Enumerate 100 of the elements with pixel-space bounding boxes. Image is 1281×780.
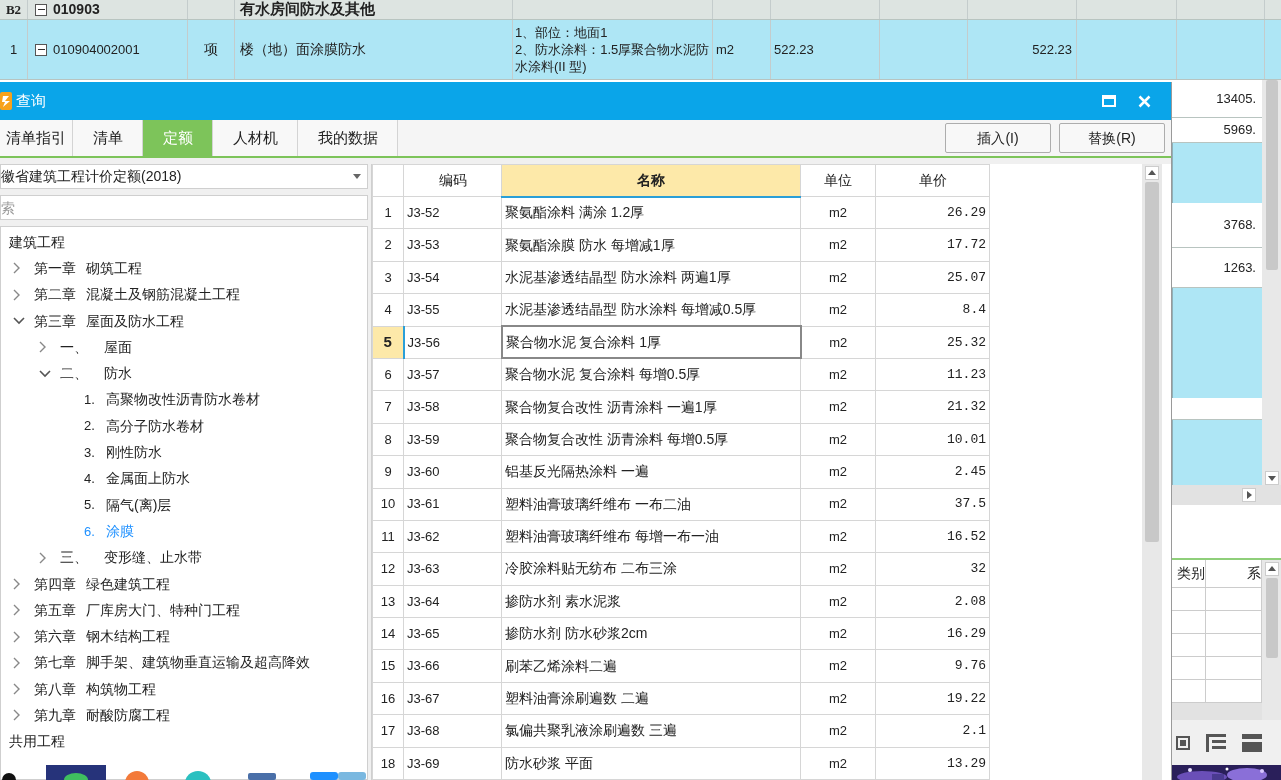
action-button[interactable]: 插入(I) [945, 123, 1051, 153]
scroll-up-icon[interactable] [1145, 166, 1159, 180]
close-icon[interactable] [1138, 94, 1151, 108]
chevron-right-icon[interactable] [13, 288, 21, 301]
tree-item[interactable]: 绿色建筑工程 [86, 573, 170, 595]
table-cell: 铝基反光隔热涂料 一遍 [501, 455, 801, 488]
scrollbar[interactable] [1262, 80, 1281, 485]
table-cell: J3-68 [403, 714, 502, 748]
maximize-icon[interactable] [1102, 95, 1116, 107]
table-cell: 聚氨酯涂料 满涂 1.2厚 [501, 196, 801, 229]
chevron-right-icon[interactable] [13, 262, 21, 275]
table-cell: m2 [800, 649, 876, 683]
chevron-right-icon[interactable] [13, 604, 21, 617]
row-number[interactable]: 4 [372, 293, 404, 327]
tree-item[interactable]: 高聚物改性沥青防水卷材 [106, 389, 260, 411]
scroll-down-icon[interactable] [1264, 471, 1279, 485]
tree-item[interactable]: 混凝土及钢筋混凝土工程 [86, 284, 240, 306]
table-cell: 21.32 [875, 390, 990, 424]
frame-icon[interactable] [1176, 734, 1190, 751]
search-field[interactable]: 索 [0, 195, 368, 220]
indent-list-icon[interactable] [1206, 733, 1226, 752]
table-cell: 聚合物复合改性 沥青涂料 一遍1厚 [501, 390, 801, 424]
tree-item[interactable]: 钢木结构工程 [86, 626, 170, 648]
row-number[interactable]: 9 [372, 455, 404, 488]
row-number[interactable]: 3 [372, 261, 404, 294]
column-header[interactable]: 编码 [403, 164, 502, 197]
row-number[interactable]: 7 [372, 390, 404, 424]
tree-item-number: 一、 [60, 337, 89, 357]
taskbar-app-icon[interactable] [2, 772, 16, 780]
scrollbar[interactable] [1142, 164, 1162, 780]
table-cell: m2 [800, 423, 876, 456]
tree-item[interactable]: 高分子防水卷材 [106, 415, 204, 437]
tree-item[interactable]: 变形缝、止水带 [104, 547, 202, 569]
scrollbar[interactable] [1262, 560, 1281, 720]
tree-item[interactable]: 脚手架、建筑物垂直运输及超高降效 [86, 652, 310, 674]
chevron-right-icon[interactable] [39, 551, 47, 564]
library-dropdown[interactable]: 徽省建筑工程计价定额(2018) [0, 164, 368, 189]
chevron-right-icon[interactable] [13, 683, 21, 696]
table-cell: J3-62 [403, 520, 502, 553]
column-header[interactable]: 单价 [875, 164, 990, 197]
chevron-right-icon[interactable] [13, 630, 21, 643]
scrollbar[interactable] [1172, 485, 1281, 505]
table-cell: 16.52 [875, 520, 990, 553]
tree-item-number: 2. [84, 417, 96, 436]
table-cell: J3-59 [403, 423, 502, 456]
action-button[interactable]: 替换(R) [1059, 123, 1165, 153]
row-number[interactable]: 10 [372, 488, 404, 521]
column-header: 系 [1247, 564, 1261, 584]
table-cell: 32 [875, 552, 990, 586]
collapse-toggle[interactable] [35, 3, 47, 16]
chevron-right-icon[interactable] [39, 341, 47, 354]
tree-item[interactable]: 金属面上防水 [106, 468, 190, 490]
row-number[interactable]: 12 [372, 552, 404, 586]
tree-item[interactable]: 屋面及防水工程 [86, 310, 184, 332]
row-number[interactable]: 15 [372, 649, 404, 683]
column-header[interactable]: 名称 [501, 164, 801, 197]
scroll-right-icon[interactable] [1242, 488, 1256, 502]
row-number[interactable]: 18 [372, 747, 404, 780]
tree-item[interactable]: 砌筑工程 [86, 257, 142, 279]
tree-item[interactable]: 刚性防水 [106, 442, 162, 463]
row-number[interactable]: 16 [372, 682, 404, 715]
chevron-right-icon[interactable] [13, 656, 21, 669]
chevron-down-icon[interactable] [39, 369, 51, 378]
scroll-up-icon[interactable] [1264, 562, 1279, 576]
table-cell: m2 [800, 228, 876, 262]
chevron-down-icon[interactable] [13, 317, 25, 326]
tree-item[interactable]: 防水 [104, 363, 132, 385]
table-cell: 聚合物水泥 复合涂料 每增0.5厚 [501, 358, 801, 391]
tree-item[interactable]: 厂库房大门、特种门工程 [86, 599, 240, 621]
column-header[interactable]: 单位 [800, 164, 876, 197]
layout-icon[interactable] [1242, 733, 1262, 752]
row-number[interactable]: 11 [372, 520, 404, 553]
row-number[interactable]: 5 [372, 326, 404, 359]
tree-item[interactable]: 耐酸防腐工程 [86, 705, 170, 726]
dropdown-caret-icon [353, 174, 361, 179]
chevron-right-icon[interactable] [13, 709, 21, 722]
tree-item[interactable]: 屋面 [104, 336, 132, 358]
row-number[interactable]: 8 [372, 423, 404, 456]
chevron-right-icon[interactable] [13, 578, 21, 590]
row-number[interactable]: 6 [372, 358, 404, 391]
table-cell: 冷胶涂料贴无纺布 二布三涂 [501, 552, 801, 586]
row-number[interactable]: 14 [372, 617, 404, 650]
tree-item[interactable]: 隔气(离)层 [106, 494, 172, 516]
tree-item-number: 第八章 [34, 679, 77, 699]
tree-item[interactable]: 共用工程 [9, 731, 65, 753]
collapse-toggle[interactable] [35, 43, 47, 56]
row-number[interactable]: 2 [372, 228, 404, 262]
row-number[interactable]: 17 [372, 714, 404, 748]
table-cell: J3-55 [403, 293, 502, 327]
tree-item-number: 第四章 [34, 574, 77, 594]
table-cell: 塑料油膏玻璃纤维布 每增一布一油 [501, 520, 801, 553]
table-cell: 37.5 [875, 488, 990, 521]
table-cell: 25.07 [875, 261, 990, 294]
table-cell: m2 [800, 455, 876, 488]
table-cell: 水泥基渗透结晶型 防水涂料 两遍1厚 [501, 261, 801, 294]
tree-item[interactable]: 建筑工程 [9, 231, 65, 253]
tree-item[interactable]: 构筑物工程 [86, 678, 156, 700]
row-number[interactable]: 13 [372, 585, 404, 618]
row-number[interactable]: 1 [372, 196, 404, 229]
item-code: 010904002001 [53, 40, 140, 59]
